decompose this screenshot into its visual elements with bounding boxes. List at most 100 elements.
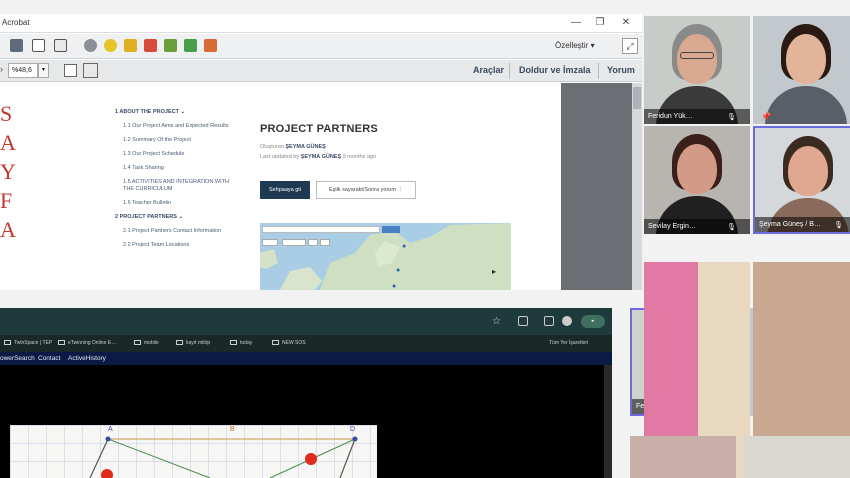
toc-item[interactable]: 1.4 Task Sharing <box>115 165 235 172</box>
participant-tile[interactable] <box>630 436 736 478</box>
segment-label: B <box>230 426 235 433</box>
bookmark-item[interactable]: TwinSpace | TEP <box>4 340 52 346</box>
folder-icon <box>272 340 279 345</box>
table-of-contents: 1 ABOUT THE PROJECT ⌄ 1.1 Our Project Aim… <box>115 109 235 256</box>
toc-item[interactable]: 1.3 Our Project Schedule <box>115 151 235 158</box>
side-letter: Y <box>0 159 16 184</box>
extension-icon[interactable] <box>518 316 528 326</box>
map-control[interactable] <box>282 239 306 246</box>
toc-item[interactable]: 2 PROJECT PARTNERS ⌄ <box>115 214 235 221</box>
side-letter: A <box>0 217 16 242</box>
map-pin-icon[interactable]: ● <box>402 243 406 250</box>
edit-icon[interactable] <box>32 39 45 52</box>
participant-tile[interactable] <box>744 436 850 478</box>
bookmark-label: today <box>240 340 253 346</box>
customize-menu[interactable]: Özelleştir ▾ <box>555 41 595 50</box>
document-page: SAYFA 1 ABOUT THE PROJECT ⌄ 1.1 Our Proje… <box>0 83 561 290</box>
document-area: SAYFA 1 ABOUT THE PROJECT ⌄ 1.1 Our Proje… <box>0 83 642 290</box>
map-pin-icon[interactable]: ● <box>396 267 400 274</box>
nav-link-history[interactable]: ActiveHistory <box>68 355 106 362</box>
toc-item[interactable]: 1.6 Teacher Bulletin <box>115 200 235 207</box>
toc-item[interactable]: 1.5 ACTIVITIES AND INTEGRATION WITH THE … <box>115 179 235 193</box>
bookmark-item[interactable]: mobile <box>134 340 159 346</box>
bookmark-label: mobile <box>144 340 159 346</box>
side-letter: F <box>0 188 13 213</box>
bookmark-label: TwinSpace | TEP <box>14 340 53 346</box>
sidebar-icon[interactable] <box>544 316 554 326</box>
bookmark-item[interactable]: NEW SOS <box>272 340 306 346</box>
owner-name[interactable]: ŞEYMA GÜNEŞ <box>285 144 325 150</box>
close-icon[interactable]: ✕ <box>616 16 636 30</box>
participant-tile[interactable]: 📌 <box>753 16 850 124</box>
point-label-d: D <box>350 426 356 433</box>
map-control[interactable] <box>262 239 278 246</box>
stamp-icon[interactable] <box>144 39 157 52</box>
tools-tab[interactable]: Araçlar <box>473 65 504 75</box>
bookmark-label: kayıt mitöp <box>186 340 211 346</box>
nav-link-contact[interactable]: Contact <box>38 355 60 362</box>
all-bookmarks[interactable]: Tüm Yer İşaretleri <box>549 340 588 346</box>
export-icon[interactable] <box>184 39 197 52</box>
minimize-icon[interactable]: — <box>566 16 586 30</box>
comment-tab[interactable]: Yorum <box>607 65 635 75</box>
fit-page-icon[interactable] <box>64 64 77 77</box>
map-pin-icon[interactable]: ● <box>392 283 396 290</box>
bookmark-item[interactable]: kayıt mitöp <box>176 340 210 346</box>
toc-item[interactable]: 2.1 Project Partners Contact Information <box>115 228 235 235</box>
fit-width-icon[interactable] <box>83 63 98 78</box>
print-icon[interactable] <box>10 39 23 52</box>
profile-icon[interactable] <box>562 316 572 326</box>
side-letter: S <box>0 101 13 126</box>
geometry-figure <box>89 436 358 478</box>
map-land <box>260 223 511 290</box>
nav-link-search[interactable]: owerSearch <box>0 355 35 362</box>
comment-icon[interactable] <box>104 39 117 52</box>
map-search-button[interactable] <box>382 226 400 233</box>
participant-tile[interactable]: Sevilay Ergin… 🎙 <box>644 126 750 234</box>
pin-icon[interactable]: 📌 <box>761 112 771 121</box>
participant-body <box>765 86 847 124</box>
expand-icon[interactable]: ⤢ <box>622 38 638 54</box>
secondary-button[interactable]: Eşlik sayarakt/Sonra yorum ⋮ <box>316 181 416 199</box>
maximize-icon[interactable]: ❐ <box>590 16 610 30</box>
zoom-input[interactable]: %48,6 <box>8 63 38 78</box>
participant-tile[interactable]: Şeyma Güneş / B… 🎙 <box>753 126 850 234</box>
toc-item[interactable]: 2.2 Project Team Locations <box>115 242 235 249</box>
bookmark-item[interactable]: eTwinning Online E… <box>58 340 116 346</box>
bookmark-item[interactable]: today <box>230 340 252 346</box>
attach-icon[interactable] <box>164 39 177 52</box>
toc-item[interactable]: 1.1 Our Project Aims and Expected Result… <box>115 123 235 130</box>
folder-icon <box>58 340 65 345</box>
fill-sign-tab[interactable]: Doldur ve İmzala <box>519 65 591 75</box>
geometry-canvas[interactable]: A B D <box>10 425 377 478</box>
map-control[interactable] <box>308 239 318 246</box>
gear-icon[interactable] <box>84 39 97 52</box>
owner-label: Oluşturan <box>260 144 284 150</box>
toc-item[interactable]: 1.2 Summary Of the Project <box>115 137 235 144</box>
updated-name[interactable]: ŞEYMA GÜNEŞ <box>301 154 341 160</box>
participant-face <box>786 34 826 84</box>
share-icon[interactable] <box>204 39 217 52</box>
zoom-dropdown-icon[interactable]: ▾ <box>38 63 49 78</box>
scrollbar-thumb[interactable] <box>633 87 641 109</box>
side-title-letters: SAYFA <box>0 99 16 244</box>
owner-line: Oluşturan ŞEYMA GÜNEŞ <box>260 144 326 150</box>
updated-label: Last updated by <box>260 154 300 160</box>
bookmark-star-icon[interactable]: ☆ <box>492 316 501 327</box>
secondary-button-label: Eşlik sayarakt/Sonra yorum <box>329 187 396 193</box>
update-button[interactable]: ▸ <box>581 315 605 328</box>
map-search-input[interactable] <box>262 226 380 233</box>
mail-icon[interactable] <box>54 39 67 52</box>
nav-left-icon[interactable]: › <box>0 64 6 78</box>
updated-line: Last updated by ŞEYMA GÜNEŞ 9 months ago <box>260 154 376 160</box>
browser-scrollbar[interactable] <box>604 365 612 478</box>
vertical-scrollbar[interactable] <box>632 83 642 290</box>
bookmarks-bar: TwinSpace | TEP eTwinning Online E… mobile… <box>0 335 612 352</box>
participant-tile[interactable]: Feridun Yük… 🎙 <box>644 16 750 124</box>
toc-item[interactable]: 1 ABOUT THE PROJECT ⌄ <box>115 109 235 116</box>
map-control[interactable] <box>320 239 330 246</box>
acrobat-window: Acrobat — ❐ ✕ Özelleştir ▾ ⤢ › %48,6 ▾ A… <box>0 14 642 290</box>
primary-button[interactable]: Sehpaaya git <box>260 181 310 199</box>
embedded-map[interactable]: ● ● ● ▸ <box>260 223 511 290</box>
highlight-icon[interactable] <box>124 39 137 52</box>
